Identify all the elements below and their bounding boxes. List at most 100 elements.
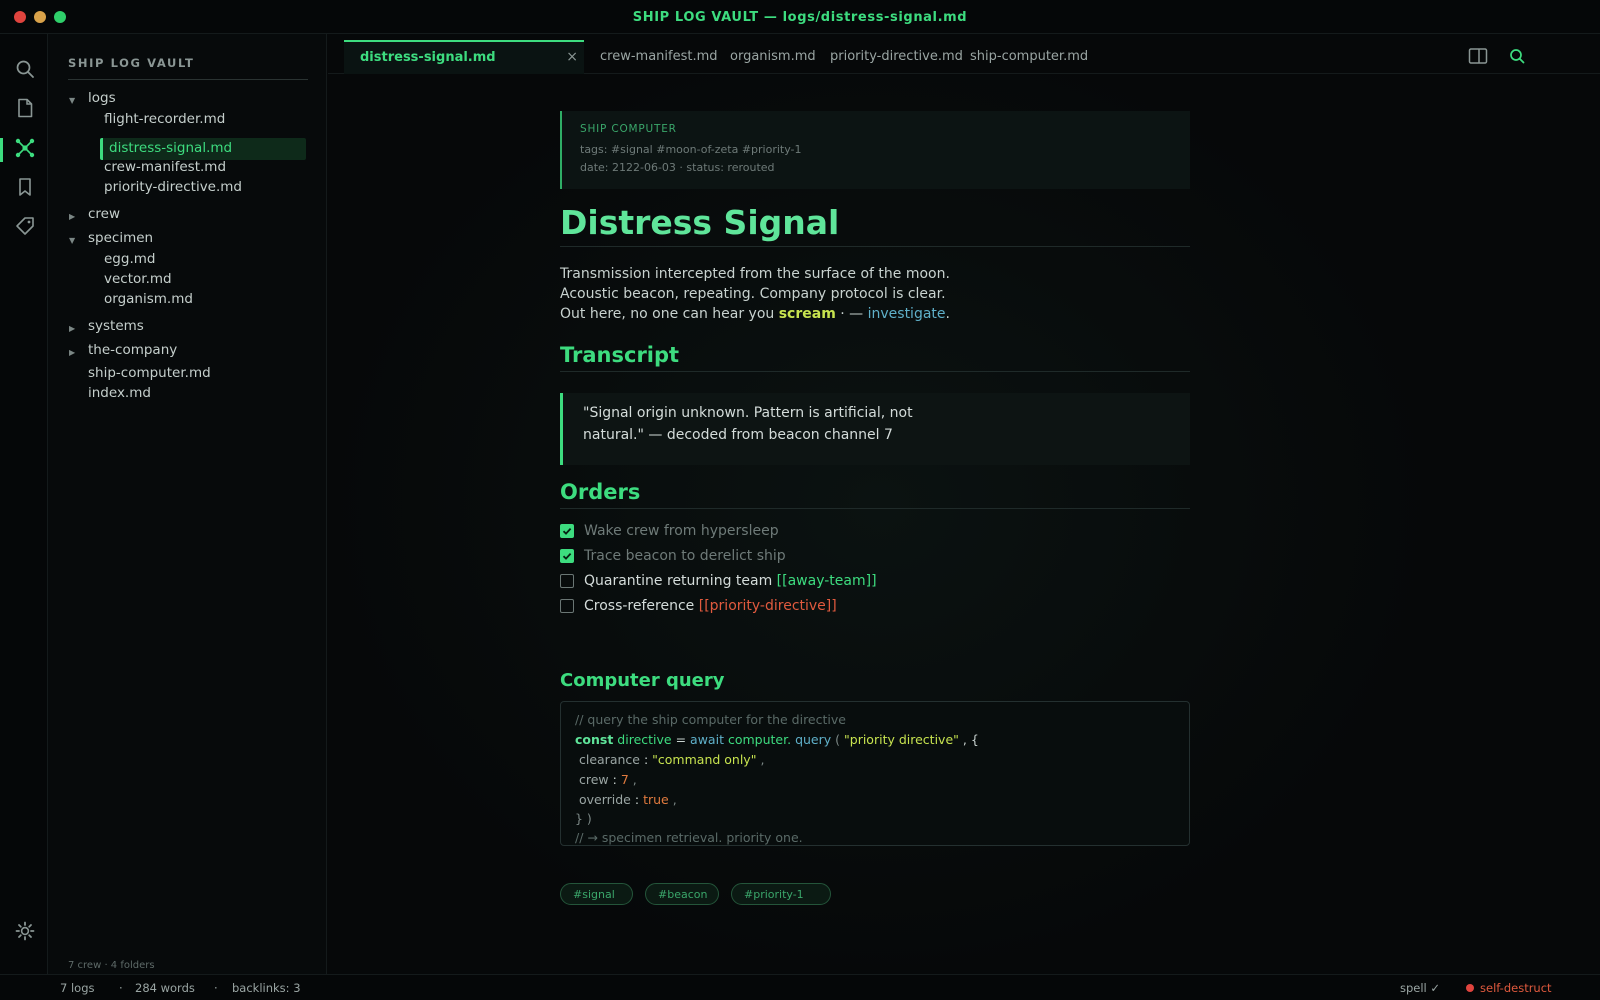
- task-text: Cross-reference [[priority-directive]]: [584, 598, 837, 614]
- code-punctuation: } ): [575, 811, 592, 826]
- tab-crew-manifest[interactable]: crew-manifest.md: [600, 49, 718, 64]
- code-comment: // query the ship computer for the direc…: [575, 712, 846, 727]
- title-bar: SHIP LOG VAULT — logs/distress-signal.md: [0, 0, 1600, 34]
- file-priority-directive[interactable]: priority-directive.md: [104, 179, 242, 195]
- tab-bar: distress-signal.md × crew-manifest.md or…: [328, 34, 1600, 74]
- emphasis-scream: scream: [778, 306, 836, 322]
- task-text: Quarantine returning team [[away-team]]: [584, 573, 877, 589]
- folder-systems[interactable]: systems: [88, 318, 144, 334]
- activity-bar: [0, 34, 48, 974]
- alert-dot-icon: [1466, 984, 1474, 992]
- search-icon[interactable]: [14, 58, 36, 80]
- code-object: computer.: [727, 732, 792, 747]
- task-text: Wake crew from hypersleep: [584, 523, 779, 539]
- code-punctuation: ,: [632, 772, 637, 787]
- status-separator: ·: [119, 981, 123, 995]
- code-operator: =: [675, 732, 687, 747]
- intro-line-2: Acoustic beacon, repeating. Company prot…: [560, 286, 946, 302]
- code-comment: // → specimen retrieval. priority one.: [575, 830, 803, 845]
- task-label: Quarantine returning team: [584, 573, 777, 589]
- intro-line-3: Out here, no one can hear you scream · —…: [560, 306, 950, 322]
- tag-priority-1[interactable]: #priority-1: [731, 883, 831, 905]
- intro-period: .: [945, 306, 950, 322]
- file-egg[interactable]: egg.md: [104, 251, 155, 267]
- file-explorer: SHIP LOG VAULT ▼ logs flight-recorder.md…: [48, 34, 327, 974]
- status-separator: ·: [214, 981, 218, 995]
- code-key: override: [578, 792, 631, 807]
- checkbox-unchecked[interactable]: [560, 574, 574, 588]
- tab-distress-signal[interactable]: distress-signal.md ×: [344, 40, 584, 74]
- graph-icon[interactable]: [14, 137, 36, 159]
- close-icon[interactable]: ×: [566, 49, 578, 65]
- folder-the-company[interactable]: the-company: [88, 342, 177, 358]
- link-investigate[interactable]: investigate: [868, 306, 946, 322]
- self-destruct-button[interactable]: self-destruct: [1480, 981, 1552, 995]
- heading-computer-query: Computer query: [560, 670, 725, 691]
- code-string: "command only": [652, 752, 757, 767]
- tag-beacon[interactable]: #beacon: [645, 883, 719, 905]
- frontmatter-header: SHIP COMPUTER: [580, 123, 677, 135]
- folder-specimen[interactable]: specimen: [88, 230, 153, 246]
- code-key: clearance: [578, 752, 640, 767]
- folder-logs[interactable]: logs: [88, 90, 116, 106]
- caret-down-icon[interactable]: ▼: [69, 236, 75, 245]
- frontmatter-block: SHIP COMPUTER tags: #signal #moon-of-zet…: [560, 111, 1190, 189]
- wikilink-priority-directive[interactable]: [[priority-directive]]: [699, 598, 837, 614]
- checkbox-checked[interactable]: [560, 549, 574, 563]
- file-index[interactable]: index.md: [88, 385, 151, 401]
- caret-down-icon[interactable]: ▼: [69, 96, 75, 105]
- tab-ship-computer[interactable]: ship-computer.md: [970, 49, 1088, 64]
- file-organism[interactable]: organism.md: [104, 291, 193, 307]
- code-string: "priority directive": [844, 732, 959, 747]
- editor-pane[interactable]: SHIP COMPUTER tags: #signal #moon-of-zet…: [328, 75, 1600, 974]
- file-ship-computer[interactable]: ship-computer.md: [88, 365, 211, 381]
- code-method: query: [795, 732, 832, 747]
- code-punctuation: , {: [962, 732, 979, 747]
- task-text: Trace beacon to derelict ship: [584, 548, 786, 564]
- intro-line-1: Transmission intercepted from the surfac…: [560, 266, 950, 282]
- tab-label: distress-signal.md: [360, 50, 496, 65]
- code-boolean: true: [643, 792, 669, 807]
- tab-priority-directive[interactable]: priority-directive.md: [830, 49, 963, 64]
- file-vector[interactable]: vector.md: [104, 271, 172, 287]
- vault-title: SHIP LOG VAULT: [68, 56, 308, 80]
- status-bar: 7 logs · 284 words · backlinks: 3 spell …: [0, 974, 1600, 1000]
- caret-right-icon[interactable]: ▶: [69, 212, 75, 221]
- code-block[interactable]: // query the ship computer for the direc…: [560, 701, 1190, 846]
- status-spellcheck[interactable]: spell ✓: [1400, 981, 1440, 995]
- tab-organism[interactable]: organism.md: [730, 49, 816, 64]
- bookmark-icon[interactable]: [14, 176, 36, 198]
- folder-crew[interactable]: crew: [88, 206, 120, 222]
- wikilink-away-team[interactable]: [[away-team]]: [777, 573, 877, 589]
- caret-right-icon[interactable]: ▶: [69, 324, 75, 333]
- checkbox-checked[interactable]: [560, 524, 574, 538]
- code-punctuation: ,: [760, 752, 765, 767]
- status-logs: 7 logs: [60, 981, 95, 995]
- gear-icon[interactable]: [14, 920, 36, 942]
- split-view-icon[interactable]: [1468, 47, 1488, 65]
- tag-icon[interactable]: [14, 215, 36, 237]
- code-punctuation: ,: [672, 792, 677, 807]
- file-distress-signal[interactable]: distress-signal.md: [100, 138, 306, 160]
- frontmatter-tags: tags: #signal #moon-of-zeta #priority-1: [580, 143, 802, 156]
- file-flight-recorder[interactable]: flight-recorder.md: [104, 111, 225, 127]
- file-icon[interactable]: [14, 97, 36, 119]
- frontmatter-meta: date: 2122-06-03 · status: rerouted: [580, 161, 775, 174]
- code-keyword: await: [690, 732, 724, 747]
- code-key: crew: [578, 772, 609, 787]
- window-title: SHIP LOG VAULT — logs/distress-signal.md: [632, 10, 968, 25]
- code-number: 7: [620, 772, 629, 787]
- code-variable: directive: [617, 732, 672, 747]
- tag-signal[interactable]: #signal: [560, 883, 633, 905]
- sidebar-footer: 7 crew · 4 folders: [68, 960, 155, 971]
- file-crew-manifest[interactable]: crew-manifest.md: [104, 159, 226, 175]
- quote-line-2: natural." — decoded from beacon channel …: [583, 427, 893, 443]
- caret-right-icon[interactable]: ▶: [69, 348, 75, 357]
- status-backlinks[interactable]: backlinks: 3: [232, 981, 301, 995]
- status-word-count: 284 words: [135, 981, 195, 995]
- checkbox-unchecked[interactable]: [560, 599, 574, 613]
- heading-orders: Orders: [560, 480, 1190, 509]
- search-icon[interactable]: [1507, 47, 1527, 65]
- document-title: Distress Signal: [560, 203, 1190, 247]
- quote-line-1: "Signal origin unknown. Pattern is artif…: [583, 405, 913, 421]
